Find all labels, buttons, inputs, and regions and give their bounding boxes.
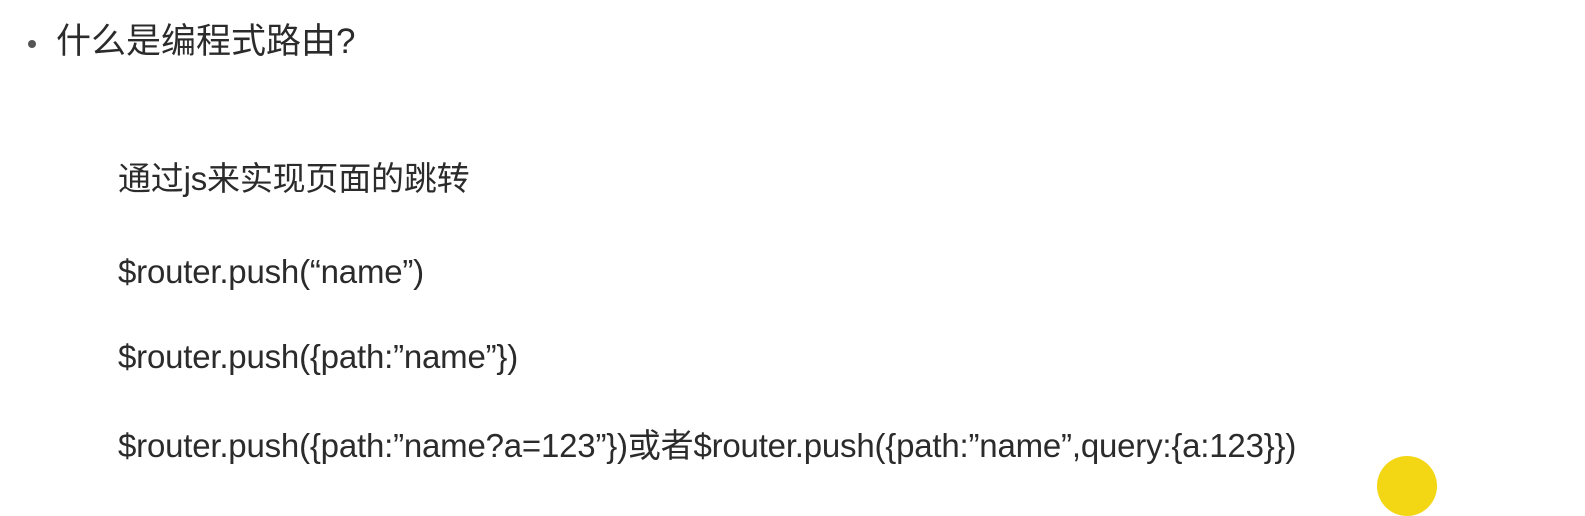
cursor-highlight-icon [1377,456,1437,516]
code-line-push-path: $router.push({path:”name”}) [118,338,519,375]
code-line-push-name: $router.push(“name”) [118,253,424,290]
heading-row: 什么是编程式路由? [28,12,355,72]
bullet-icon [28,40,36,48]
slide-heading: 什么是编程式路由? [56,22,356,61]
description-line: 通过js来实现页面的跳转 [118,160,470,197]
code-line-push-query: $router.push({path:”name?a=123”})或者$rout… [118,427,1297,464]
